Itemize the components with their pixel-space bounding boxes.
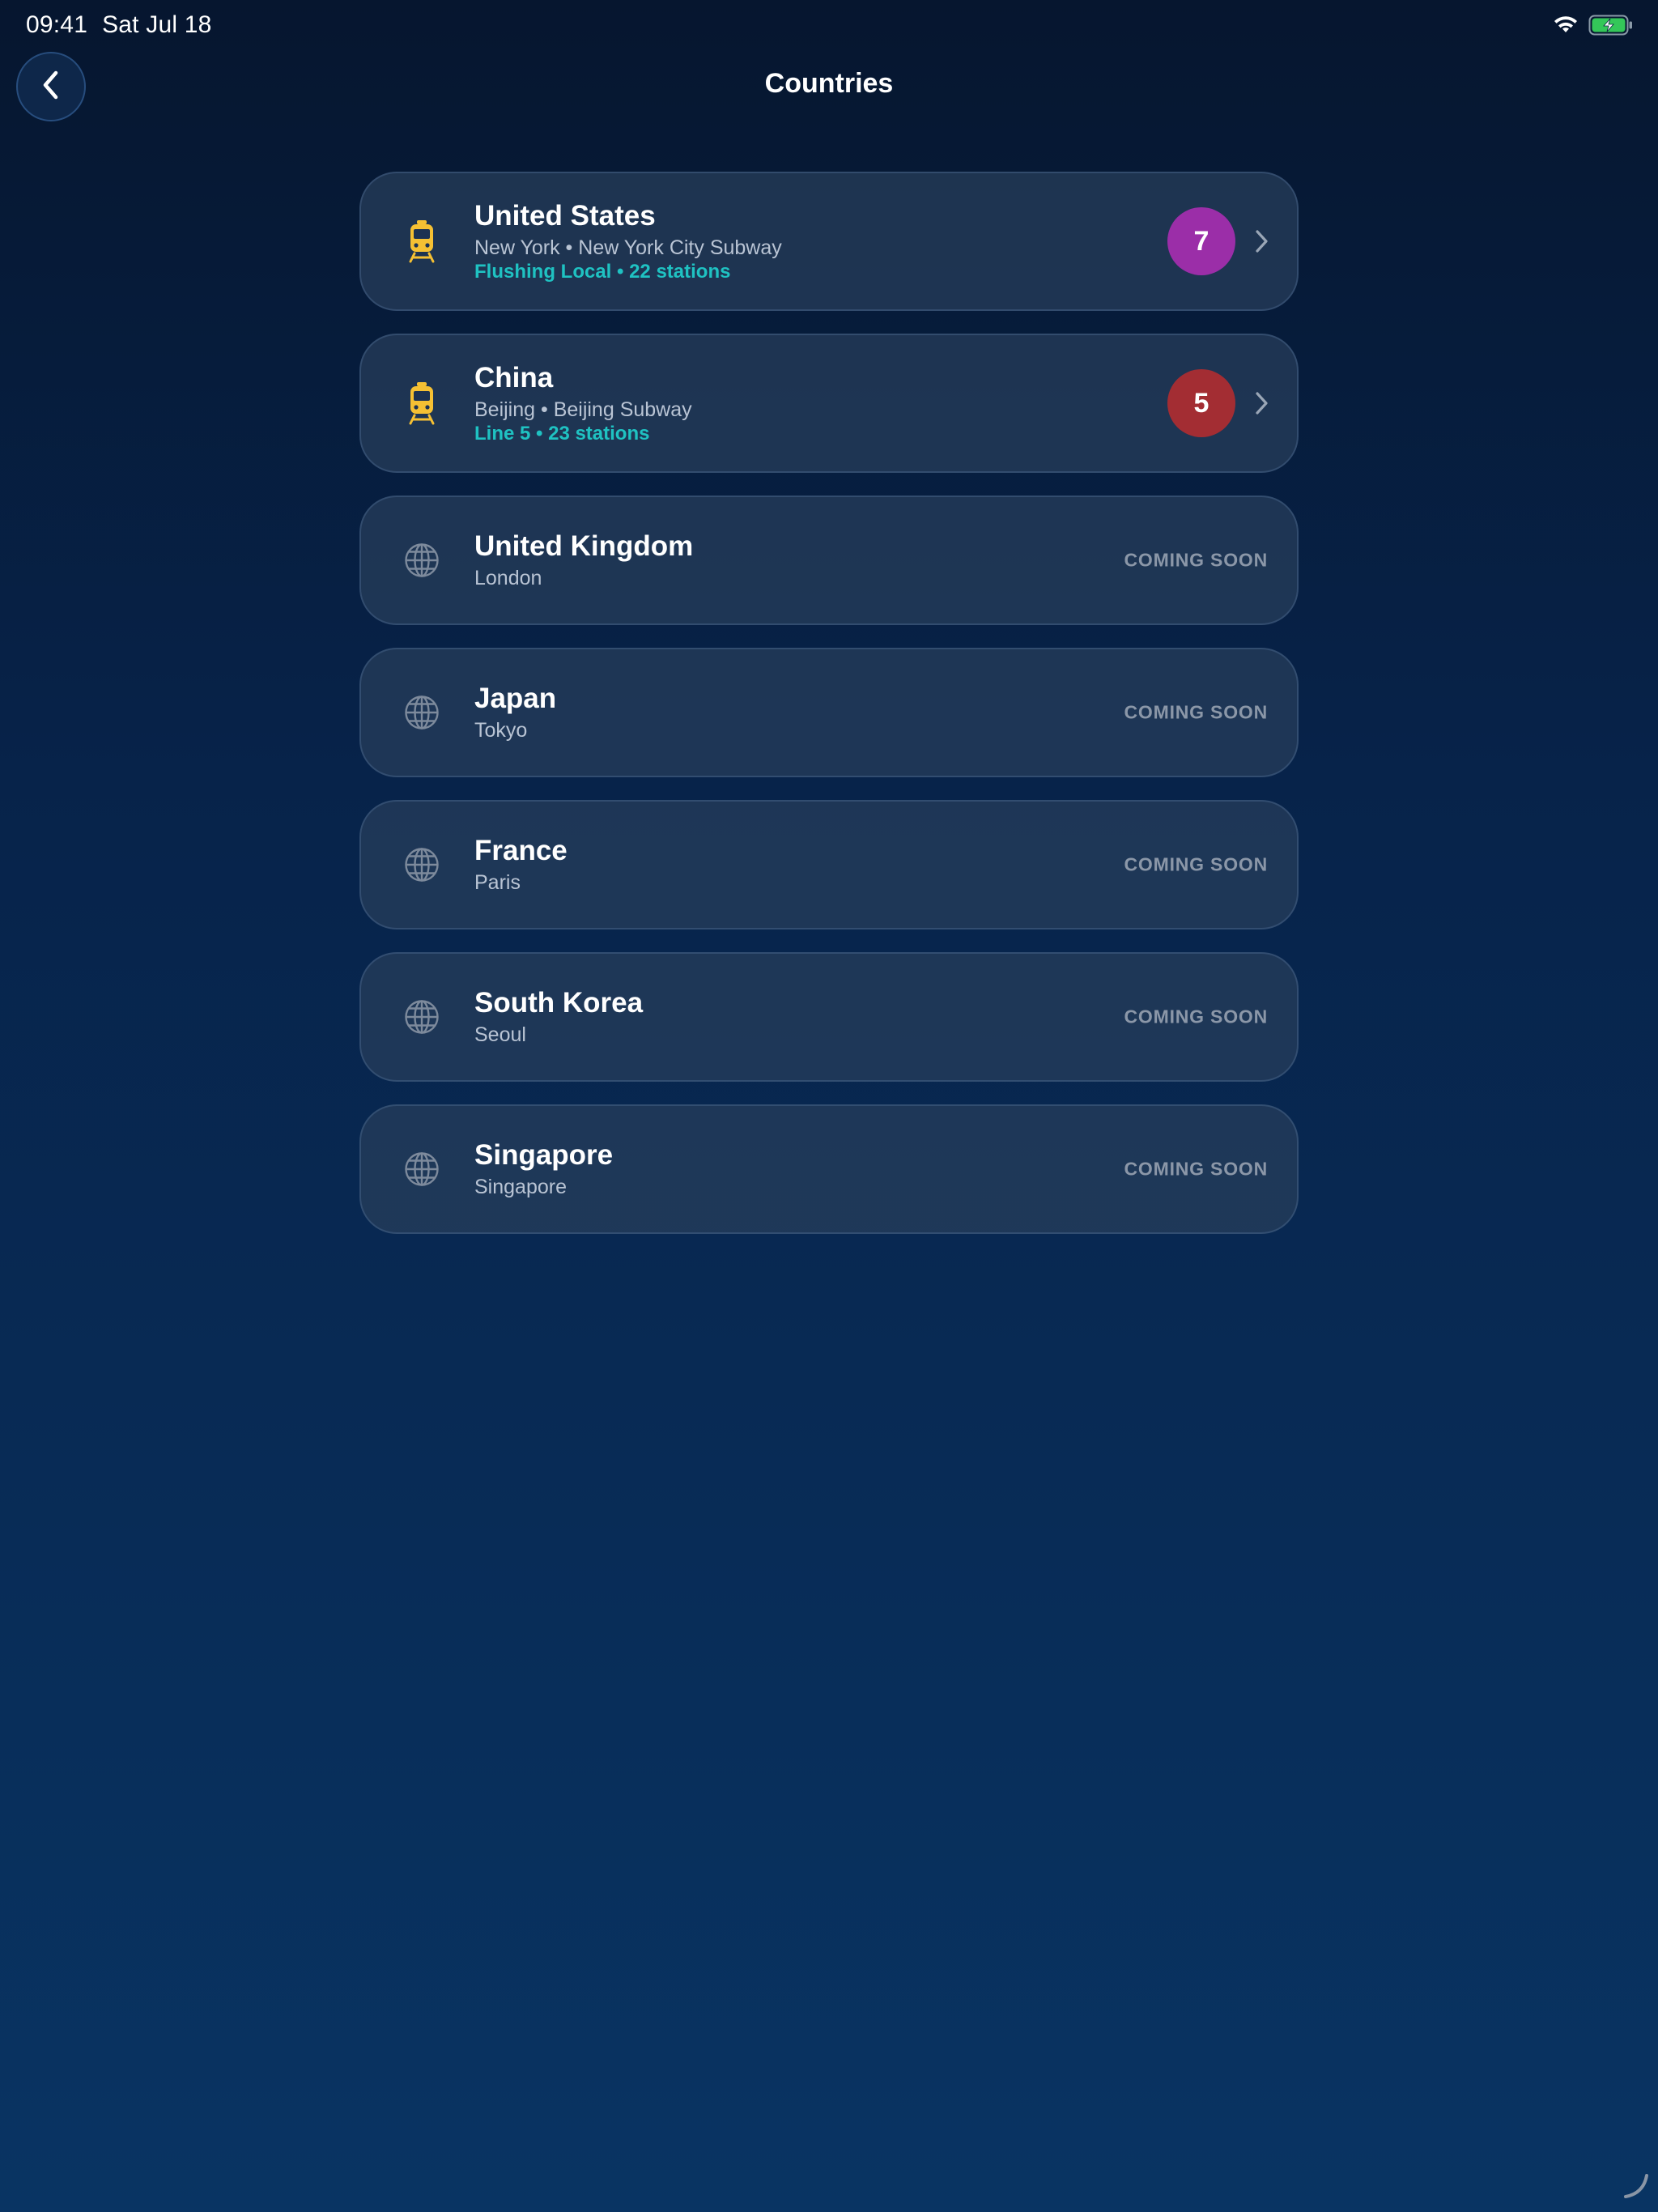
coming-soon-label: COMING SOON bbox=[1124, 549, 1268, 571]
resize-handle-icon[interactable] bbox=[1619, 2169, 1652, 2206]
chevron-right-icon bbox=[1253, 228, 1269, 254]
card-text: United States New York • New York City S… bbox=[474, 199, 782, 283]
country-card-united-states[interactable]: United States New York • New York City S… bbox=[359, 172, 1299, 311]
country-card-south-korea[interactable]: South Korea Seoul COMING SOON bbox=[359, 952, 1299, 1082]
city-system: New York • New York City Subway bbox=[474, 236, 782, 259]
coming-soon-label: COMING SOON bbox=[1124, 1006, 1268, 1027]
city-name: Paris bbox=[474, 871, 521, 894]
globe-icon bbox=[403, 1148, 440, 1190]
battery-charging-icon bbox=[1588, 15, 1634, 36]
line-info: Line 5 • 23 stations bbox=[474, 423, 650, 445]
country-name: France bbox=[474, 835, 568, 866]
globe-icon bbox=[403, 539, 440, 581]
country-name: United Kingdom bbox=[474, 530, 694, 562]
country-card-singapore[interactable]: Singapore Singapore COMING SOON bbox=[359, 1104, 1299, 1234]
wifi-icon bbox=[1553, 15, 1579, 35]
line-info: Flushing Local • 22 stations bbox=[474, 261, 731, 283]
train-icon bbox=[403, 220, 440, 263]
country-card-china[interactable]: China Beijing • Beijing Subway Line 5 • … bbox=[359, 334, 1299, 473]
country-name: Singapore bbox=[474, 1139, 614, 1171]
line-badge: 5 bbox=[1167, 369, 1235, 437]
status-time-date: 09:41 Sat Jul 18 bbox=[26, 11, 212, 39]
status-indicators bbox=[1553, 15, 1634, 36]
card-text: South Korea Seoul bbox=[474, 986, 643, 1048]
country-name: South Korea bbox=[474, 987, 644, 1019]
line-badge: 7 bbox=[1167, 207, 1235, 275]
card-text: France Paris bbox=[474, 834, 568, 895]
globe-icon bbox=[403, 996, 440, 1038]
card-text: China Beijing • Beijing Subway Line 5 • … bbox=[474, 361, 692, 445]
train-icon bbox=[403, 382, 440, 425]
city-name: Tokyo bbox=[474, 719, 528, 742]
status-bar: 09:41 Sat Jul 18 bbox=[0, 0, 1658, 52]
status-time: 09:41 bbox=[26, 11, 88, 38]
city-name: London bbox=[474, 567, 542, 589]
coming-soon-label: COMING SOON bbox=[1124, 853, 1268, 875]
country-name: China bbox=[474, 362, 554, 393]
country-name: United States bbox=[474, 200, 656, 232]
card-text: Singapore Singapore bbox=[474, 1138, 613, 1200]
card-text: United Kingdom London bbox=[474, 530, 693, 591]
status-date: Sat Jul 18 bbox=[102, 11, 212, 38]
country-card-france[interactable]: France Paris COMING SOON bbox=[359, 800, 1299, 929]
globe-icon bbox=[403, 691, 440, 734]
chevron-right-icon bbox=[1253, 390, 1269, 416]
city-system: Beijing • Beijing Subway bbox=[474, 398, 692, 421]
city-name: Singapore bbox=[474, 1176, 567, 1198]
country-card-united-kingdom[interactable]: United Kingdom London COMING SOON bbox=[359, 496, 1299, 625]
country-list: United States New York • New York City S… bbox=[359, 172, 1299, 1257]
country-card-japan[interactable]: Japan Tokyo COMING SOON bbox=[359, 648, 1299, 777]
country-name: Japan bbox=[474, 683, 557, 714]
coming-soon-label: COMING SOON bbox=[1124, 1158, 1268, 1180]
globe-icon bbox=[403, 844, 440, 886]
city-name: Seoul bbox=[474, 1023, 526, 1046]
card-text: Japan Tokyo bbox=[474, 682, 556, 743]
page-title: Countries bbox=[764, 68, 894, 99]
coming-soon-label: COMING SOON bbox=[1124, 701, 1268, 723]
